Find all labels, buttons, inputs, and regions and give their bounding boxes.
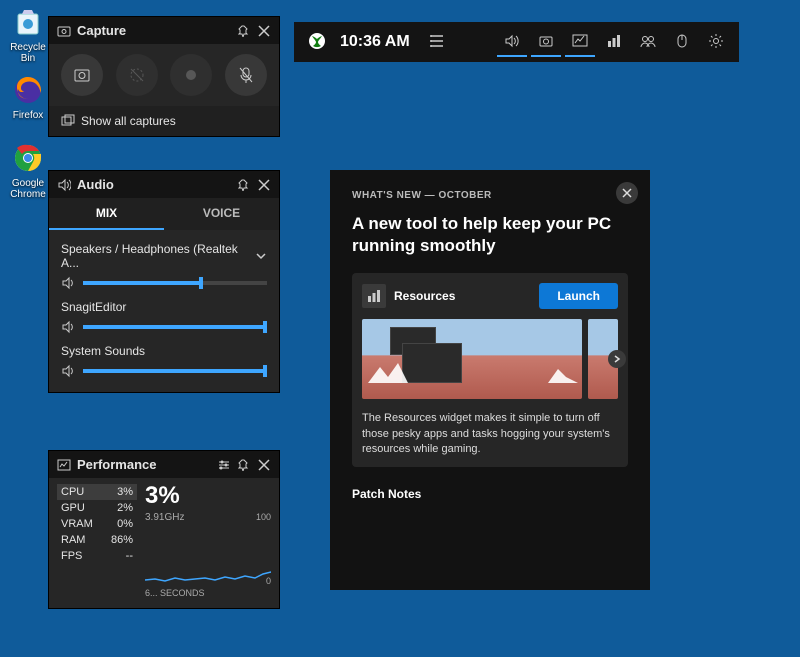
audio-device-name[interactable]: Speakers / Headphones (Realtek A... <box>61 242 267 270</box>
capture-icon <box>57 24 71 38</box>
stat-sub-value: 3.91GHz <box>145 512 271 523</box>
xbox-icon[interactable] <box>302 27 332 57</box>
recycle-bin-icon <box>10 4 46 40</box>
mic-mute-button[interactable] <box>225 54 267 96</box>
stat-row-vram[interactable]: VRAM0% <box>57 516 137 532</box>
resources-card: Resources Launch The Resources widget ma… <box>352 273 628 467</box>
volume-icon[interactable] <box>61 320 75 334</box>
tab-voice[interactable]: VOICE <box>164 198 279 230</box>
settings-icon[interactable] <box>701 27 731 57</box>
tab-mix[interactable]: MIX <box>49 198 164 230</box>
topbar-capture-icon[interactable] <box>531 27 561 57</box>
widget-title: Performance <box>77 457 211 472</box>
performance-icon <box>57 458 71 472</box>
stat-big-value: 3% <box>145 484 271 508</box>
audio-device-name: SnagitEditor <box>61 300 267 314</box>
card-name: Resources <box>394 289 531 303</box>
chrome-icon <box>10 140 46 176</box>
screenshot-button[interactable] <box>61 54 103 96</box>
audio-icon <box>57 178 71 192</box>
desktop-icon-recycle-bin[interactable]: Recycle Bin <box>10 4 46 64</box>
widget-title: Capture <box>77 23 231 38</box>
desktop-icon-label: Firefox <box>10 110 46 121</box>
options-icon[interactable] <box>217 458 231 472</box>
pin-icon[interactable] <box>237 458 251 472</box>
record-button[interactable] <box>170 54 212 96</box>
topbar-mouse-icon[interactable] <box>667 27 697 57</box>
capture-widget: Capture Show all captures <box>48 16 280 137</box>
news-header: WHAT'S NEW — OCTOBER <box>352 190 628 201</box>
chevron-down-icon <box>255 250 267 262</box>
stat-row-gpu[interactable]: GPU2% <box>57 500 137 516</box>
perf-chart: 100 0 6... SECONDS <box>145 524 271 584</box>
record-last-button[interactable] <box>116 54 158 96</box>
topbar-social-icon[interactable] <box>633 27 663 57</box>
gallery-icon <box>61 114 75 128</box>
close-icon[interactable] <box>257 178 271 192</box>
pin-icon[interactable] <box>237 24 251 38</box>
desktop-icon-label: Google Chrome <box>10 178 46 200</box>
desktop-icon-label: Recycle Bin <box>10 42 46 64</box>
clock: 10:36 AM <box>340 33 410 51</box>
resources-icon <box>362 284 386 308</box>
card-description: The Resources widget makes it simple to … <box>362 411 618 457</box>
widget-title: Audio <box>77 177 231 192</box>
launch-button[interactable]: Launch <box>539 283 618 309</box>
volume-icon[interactable] <box>61 364 75 378</box>
audio-device-name: System Sounds <box>61 344 267 358</box>
volume-slider[interactable] <box>83 369 267 373</box>
desktop-icon-chrome[interactable]: Google Chrome <box>10 140 46 200</box>
next-arrow-icon[interactable] <box>608 350 626 368</box>
show-all-captures-link[interactable]: Show all captures <box>49 106 279 136</box>
topbar-resources-icon[interactable] <box>599 27 629 57</box>
widgets-menu-icon[interactable] <box>422 27 452 57</box>
pin-icon[interactable] <box>237 178 251 192</box>
volume-icon[interactable] <box>61 276 75 290</box>
performance-widget: Performance CPU3% GPU2% VRAM0% RAM86% FP… <box>48 450 280 609</box>
screenshot-preview <box>362 319 582 399</box>
news-title: A new tool to help keep your PC running … <box>352 213 628 257</box>
stat-row-cpu[interactable]: CPU3% <box>57 484 137 500</box>
close-icon[interactable] <box>257 458 271 472</box>
stat-row-ram[interactable]: RAM86% <box>57 532 137 548</box>
desktop-icon-firefox[interactable]: Firefox <box>10 72 46 121</box>
stat-row-fps[interactable]: FPS-- <box>57 548 137 564</box>
close-icon[interactable] <box>257 24 271 38</box>
close-icon[interactable] <box>616 182 638 204</box>
audio-widget: Audio MIX VOICE Speakers / Headphones (R… <box>48 170 280 393</box>
topbar-audio-icon[interactable] <box>497 27 527 57</box>
patch-notes-link[interactable]: Patch Notes <box>352 487 628 501</box>
whats-new-panel: WHAT'S NEW — OCTOBER A new tool to help … <box>330 170 650 590</box>
gamebar-topbar: 10:36 AM <box>294 22 739 62</box>
volume-slider[interactable] <box>83 281 267 285</box>
topbar-performance-icon[interactable] <box>565 27 595 57</box>
firefox-icon <box>10 72 46 108</box>
volume-slider[interactable] <box>83 325 267 329</box>
